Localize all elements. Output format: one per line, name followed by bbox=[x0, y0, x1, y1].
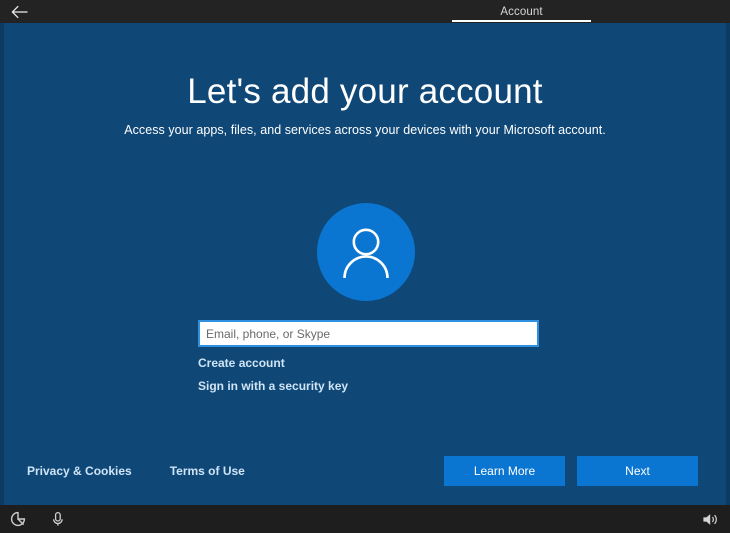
terms-of-use-link[interactable]: Terms of Use bbox=[170, 464, 245, 478]
learn-more-button[interactable]: Learn More bbox=[444, 456, 565, 486]
page-subtitle: Access your apps, files, and services ac… bbox=[124, 123, 606, 137]
avatar bbox=[317, 203, 415, 301]
account-input[interactable] bbox=[198, 320, 539, 347]
person-avatar-icon bbox=[337, 224, 395, 280]
ease-of-access-icon[interactable] bbox=[8, 509, 28, 529]
tab-active-underline bbox=[452, 20, 591, 22]
system-bar bbox=[0, 505, 730, 533]
privacy-cookies-link[interactable]: Privacy & Cookies bbox=[27, 464, 132, 478]
headline-block: Let's add your account Access your apps,… bbox=[4, 71, 726, 137]
security-key-signin-link[interactable]: Sign in with a security key bbox=[198, 379, 348, 393]
narrator-microphone-icon[interactable] bbox=[48, 509, 68, 529]
create-account-link[interactable]: Create account bbox=[198, 356, 285, 370]
back-button[interactable] bbox=[5, 1, 35, 22]
next-button[interactable]: Next bbox=[577, 456, 698, 486]
back-arrow-icon bbox=[11, 5, 29, 19]
action-buttons: Learn More Next bbox=[444, 456, 698, 486]
footer-links: Privacy & Cookies Terms of Use bbox=[27, 464, 245, 478]
oobe-account-screen: Account Let's add your account Access yo… bbox=[0, 0, 730, 533]
system-bar-right bbox=[700, 505, 720, 533]
volume-speaker-icon[interactable] bbox=[700, 509, 720, 529]
page-body: Let's add your account Access your apps,… bbox=[0, 23, 730, 505]
tab-account-label: Account bbox=[500, 5, 543, 18]
title-bar: Account bbox=[0, 0, 730, 23]
page-title: Let's add your account bbox=[187, 72, 543, 111]
system-bar-left bbox=[8, 505, 68, 533]
sign-in-form: Create account Sign in with a security k… bbox=[198, 320, 539, 393]
